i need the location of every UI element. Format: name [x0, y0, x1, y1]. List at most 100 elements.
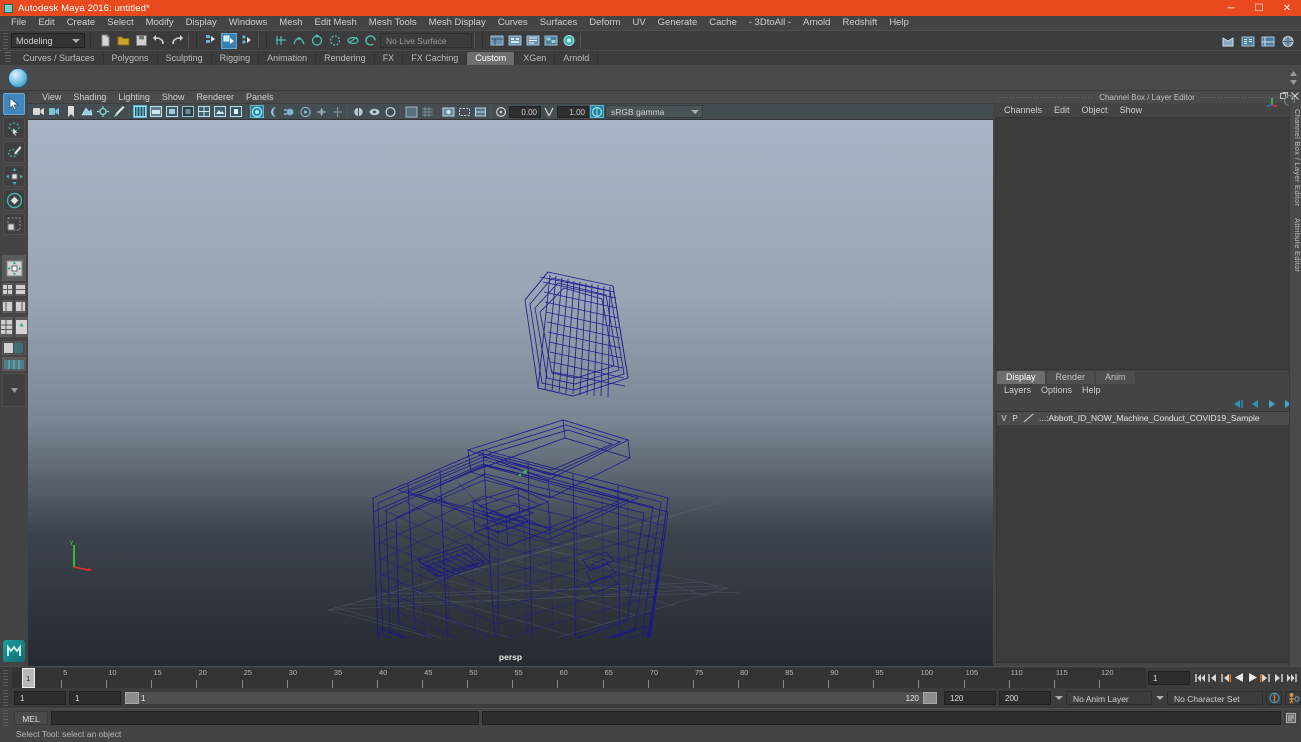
layer-tab-display[interactable]: Display: [997, 370, 1045, 384]
show-hide-outliner-icon[interactable]: [543, 33, 559, 49]
exposure-value-field[interactable]: 0.00: [509, 105, 541, 118]
animation-end-field[interactable]: 200: [999, 691, 1051, 705]
menu-curves[interactable]: Curves: [492, 16, 534, 30]
view-transform-icon[interactable]: [590, 105, 604, 118]
wireframe-shading-icon[interactable]: [133, 105, 147, 118]
select-by-object-icon[interactable]: [221, 32, 237, 49]
perspective-viewport[interactable]: y persp: [28, 120, 993, 666]
menu-3dtoall[interactable]: - 3DtoAll -: [743, 16, 797, 30]
lasso-select-tool[interactable]: [3, 117, 25, 139]
menu-mesh[interactable]: Mesh: [273, 16, 308, 30]
persp-graph-layout[interactable]: [15, 300, 26, 313]
step-forward-key-icon[interactable]: [1259, 671, 1271, 685]
layer-prev-icon[interactable]: [1249, 399, 1261, 409]
menu-modify[interactable]: Modify: [140, 16, 180, 30]
menu-edit[interactable]: Edit: [32, 16, 60, 30]
menu-generate[interactable]: Generate: [652, 16, 704, 30]
scale-tool[interactable]: [3, 213, 25, 235]
layer-list[interactable]: V P ...:Abbott_ID_NOW_Machine_Conduct_CO…: [996, 410, 1298, 663]
auto-keyframe-icon[interactable]: [1266, 691, 1282, 705]
shelf-tab-polygons[interactable]: Polygons: [103, 52, 158, 65]
isolate-select-icon[interactable]: [330, 105, 344, 118]
shelf-tab-fx[interactable]: FX: [374, 52, 404, 65]
quad-split-layout[interactable]: [2, 341, 26, 355]
layout-preset-toolbar[interactable]: [2, 357, 26, 371]
menu-cache[interactable]: Cache: [703, 16, 742, 30]
move-tool[interactable]: [3, 165, 25, 187]
ipr-render-icon[interactable]: [1280, 33, 1296, 49]
color-profile-selector[interactable]: sRGB gamma: [605, 105, 703, 118]
viewport-menu-view[interactable]: View: [36, 92, 67, 102]
chevron-down-icon[interactable]: [1155, 691, 1164, 705]
layer-first-icon[interactable]: [1232, 399, 1244, 409]
layer-tab-anim[interactable]: Anim: [1096, 370, 1135, 384]
layout-more-button[interactable]: [2, 373, 26, 407]
play-backwards-icon[interactable]: [1233, 671, 1245, 685]
toolbar-grip[interactable]: [3, 32, 8, 49]
animation-start-field[interactable]: 1: [14, 691, 66, 705]
layer-menu-options[interactable]: Options: [1036, 385, 1077, 395]
shelf-tab-custom[interactable]: Custom: [467, 52, 516, 65]
multisample-aa-icon[interactable]: [298, 105, 312, 118]
grease-pencil-icon[interactable]: [112, 105, 126, 118]
list-item[interactable]: V P ...:Abbott_ID_NOW_Machine_Conduct_CO…: [997, 411, 1297, 425]
shelf-tab-curves-surfaces[interactable]: Curves / Surfaces: [15, 52, 104, 65]
current-time-indicator[interactable]: 1: [22, 667, 35, 688]
snap-projected-icon[interactable]: [327, 33, 343, 49]
select-tool[interactable]: [3, 93, 25, 115]
chevron-down-icon[interactable]: [1054, 691, 1063, 705]
save-scene-icon[interactable]: [133, 33, 149, 49]
menu-display[interactable]: Display: [180, 16, 223, 30]
camera-attributes-icon[interactable]: [48, 105, 62, 118]
select-by-hierarchy-icon[interactable]: [203, 33, 219, 49]
menu-create[interactable]: Create: [61, 16, 102, 30]
layer-menu-layers[interactable]: Layers: [999, 385, 1036, 395]
smooth-shade-all-icon[interactable]: [149, 105, 163, 118]
render-view-icon[interactable]: [1220, 33, 1236, 49]
image-plane-icon[interactable]: [80, 105, 94, 118]
make-live-icon[interactable]: [363, 33, 379, 49]
undo-icon[interactable]: [151, 33, 167, 49]
rotate-tool[interactable]: [3, 189, 25, 211]
select-by-component-icon[interactable]: [239, 33, 255, 49]
open-scene-icon[interactable]: [115, 33, 131, 49]
menu-windows[interactable]: Windows: [223, 16, 274, 30]
snap-grid-icon[interactable]: [273, 33, 289, 49]
shelf-tab-sculpting[interactable]: Sculpting: [157, 52, 212, 65]
shelf-grip[interactable]: [5, 52, 11, 63]
viewport-menu-panels[interactable]: Panels: [240, 92, 280, 102]
play-forwards-icon[interactable]: [1246, 671, 1258, 685]
layer-next-icon[interactable]: [1266, 399, 1278, 409]
script-editor-icon[interactable]: [1284, 710, 1298, 725]
channel-box-content[interactable]: [995, 117, 1299, 370]
go-to-end-icon[interactable]: [1285, 671, 1297, 685]
command-line-grip[interactable]: [3, 709, 8, 726]
two-d-pan-zoom-icon[interactable]: [96, 105, 110, 118]
shelf-tab-animation[interactable]: Animation: [259, 52, 317, 65]
menu-mesh-tools[interactable]: Mesh Tools: [363, 16, 423, 30]
hypershade-persp-layout[interactable]: [0, 317, 13, 337]
persp-render-layout[interactable]: [15, 317, 28, 337]
show-hide-render-icon[interactable]: [507, 33, 523, 49]
anim-layer-field[interactable]: No Anim Layer: [1066, 691, 1152, 705]
shelf-tab-rigging[interactable]: Rigging: [211, 52, 260, 65]
snap-curve-icon[interactable]: [291, 33, 307, 49]
channel-box-menu-edit[interactable]: Edit: [1049, 105, 1075, 115]
hypershade-icon[interactable]: [1260, 33, 1276, 49]
side-tab-channel-box[interactable]: Channel Box / Layer Editor: [1290, 103, 1301, 212]
show-hide-hypergraph-icon[interactable]: [525, 33, 541, 49]
depth-of-field-icon[interactable]: [314, 105, 328, 118]
command-input[interactable]: [51, 710, 479, 725]
textured-icon[interactable]: [213, 105, 227, 118]
manipulator-icon[interactable]: [1266, 94, 1279, 107]
bookmark-icon[interactable]: [64, 105, 78, 118]
maximize-button[interactable]: ☐: [1245, 0, 1273, 16]
menu-uv[interactable]: UV: [626, 16, 651, 30]
shelf-tab-arnold[interactable]: Arnold: [555, 52, 599, 65]
render-settings-icon[interactable]: [1240, 33, 1256, 49]
menu-set-selector[interactable]: Modeling: [11, 33, 85, 48]
animation-preferences-icon[interactable]: [1285, 691, 1301, 705]
two-pane-stacked-layout[interactable]: [15, 283, 26, 296]
side-tab-attribute-editor[interactable]: Attribute Editor: [1290, 212, 1301, 278]
range-slider-grip[interactable]: [3, 690, 8, 706]
